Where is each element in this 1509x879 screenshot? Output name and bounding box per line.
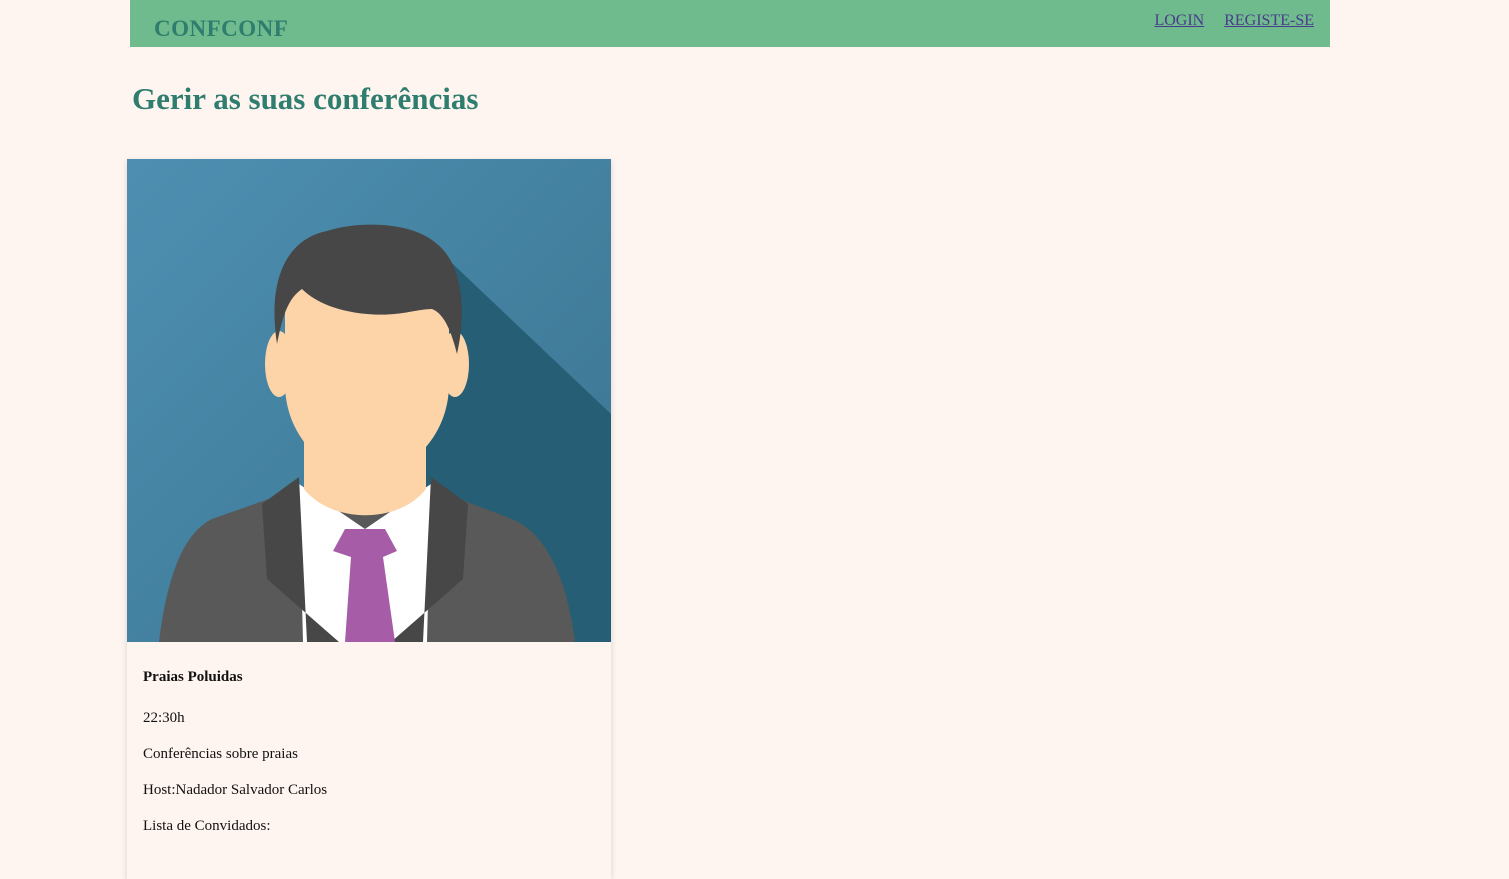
- top-header: CONFCONF LOGIN REGISTE-SE: [130, 0, 1330, 47]
- conference-time: 22:30h: [143, 710, 185, 726]
- register-link[interactable]: REGISTE-SE: [1224, 12, 1314, 30]
- conference-title: Praias Poluidas: [143, 669, 243, 685]
- login-link[interactable]: LOGIN: [1154, 12, 1204, 30]
- person-avatar-icon: [127, 159, 611, 642]
- conference-description: Conferências sobre praias: [143, 746, 298, 762]
- page-title: Gerir as suas conferências: [132, 81, 479, 116]
- conference-host: Host:Nadador Salvador Carlos: [143, 782, 328, 798]
- top-nav: LOGIN REGISTE-SE: [1154, 12, 1314, 30]
- guest-list-label: Lista de Convidados:: [143, 818, 271, 834]
- conference-card[interactable]: Praias Poluidas 22:30h Conferências sobr…: [127, 159, 611, 879]
- brand-logo[interactable]: CONFCONF: [154, 17, 288, 40]
